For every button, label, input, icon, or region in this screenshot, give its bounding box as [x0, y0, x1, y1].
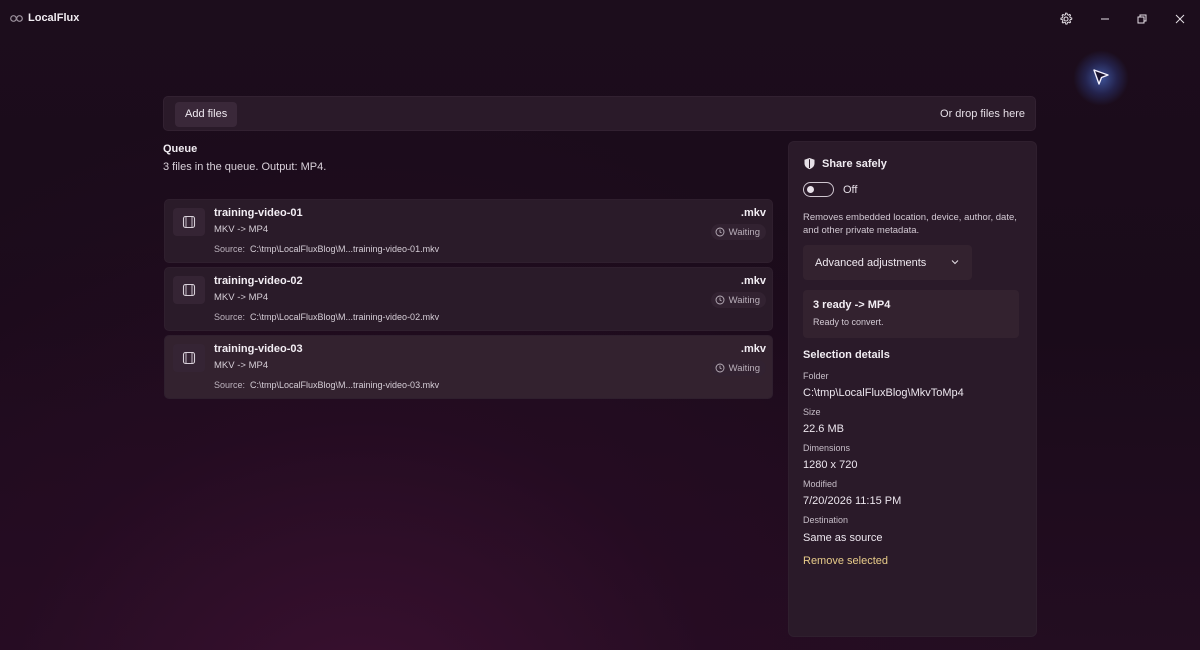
- file-extension: .mkv: [740, 275, 766, 287]
- file-conversion: MKV -> MP4: [214, 224, 269, 235]
- destination-label: Destination: [803, 515, 849, 525]
- share-description: Removes embedded location, device, autho…: [803, 212, 1017, 236]
- file-conversion: MKV -> MP4: [214, 360, 269, 371]
- minimize-icon: [1101, 18, 1109, 20]
- file-conversion: MKV -> MP4: [214, 292, 269, 303]
- queue-item[interactable]: training-video-01 MKV -> MP4 Source: C:\…: [164, 199, 773, 263]
- toggle-state-label: Off: [843, 184, 858, 196]
- cursor-pointer-icon: [1093, 69, 1109, 85]
- title-bar: LocalFlux: [0, 0, 1200, 38]
- advanced-adjustments-button[interactable]: Advanced adjustments: [803, 245, 972, 280]
- source-path: C:\tmp\LocalFluxBlog\M...training-video-…: [250, 244, 440, 254]
- advanced-adjustments-label: Advanced adjustments: [815, 257, 927, 269]
- status-text: Waiting: [728, 362, 760, 374]
- chevron-down-icon: [951, 260, 959, 265]
- source-label: Source:: [214, 380, 246, 390]
- share-safely-header: Share safely: [803, 157, 887, 170]
- details-panel: Share safely Off Removes embedded locati…: [788, 141, 1037, 637]
- folder-label: Folder: [803, 371, 829, 381]
- remove-selected-link[interactable]: Remove selected: [803, 555, 888, 567]
- ready-title: 3 ready -> MP4: [813, 299, 891, 311]
- clock-icon: [715, 227, 725, 237]
- file-name: training-video-02: [214, 275, 303, 287]
- toggle-knob: [807, 186, 814, 193]
- share-safely-toggle[interactable]: [803, 182, 834, 197]
- gear-icon: [1060, 12, 1073, 25]
- close-button[interactable]: [1169, 8, 1191, 30]
- add-files-button[interactable]: Add files: [175, 102, 238, 127]
- restore-icon: [1137, 14, 1147, 24]
- dimensions-value: 1280 x 720: [803, 459, 858, 471]
- status-badge: Waiting: [710, 292, 766, 308]
- file-name: training-video-01: [214, 207, 303, 219]
- modified-value: 7/20/2026 11:15 PM: [803, 495, 902, 507]
- minimize-button[interactable]: [1094, 8, 1116, 30]
- dimensions-label: Dimensions: [803, 443, 851, 453]
- status-text: Waiting: [728, 226, 760, 238]
- clock-icon: [715, 295, 725, 305]
- status-badge: Waiting: [710, 360, 766, 376]
- queue-summary: 3 files in the queue. Output: MP4.: [163, 161, 327, 173]
- folder-value: C:\tmp\LocalFluxBlog\MkvToMp4: [803, 387, 964, 399]
- file-name: training-video-03: [214, 343, 303, 355]
- queue-item-selected[interactable]: training-video-03 MKV -> MP4 Source: C:\…: [164, 335, 773, 399]
- size-label: Size: [803, 407, 821, 417]
- settings-button[interactable]: [1055, 8, 1077, 30]
- app-logo-icon: [10, 15, 23, 22]
- source-label: Source:: [214, 312, 246, 322]
- video-file-icon: [173, 276, 205, 304]
- file-extension: .mkv: [740, 343, 766, 355]
- destination-value: Same as source: [803, 532, 883, 544]
- queue-item[interactable]: training-video-02 MKV -> MP4 Source: C:\…: [164, 267, 773, 331]
- file-extension: .mkv: [740, 207, 766, 219]
- source-path: C:\tmp\LocalFluxBlog\M...training-video-…: [250, 380, 440, 390]
- ready-summary-card: 3 ready -> MP4 Ready to convert.: [803, 290, 1019, 338]
- drop-hint: Or drop files here: [940, 108, 1025, 120]
- share-safely-title: Share safely: [822, 157, 887, 170]
- selection-details-title: Selection details: [803, 349, 890, 361]
- clock-icon: [715, 363, 725, 373]
- size-value: 22.6 MB: [803, 423, 844, 435]
- video-file-icon: [173, 344, 205, 372]
- ready-subtitle: Ready to convert.: [813, 317, 884, 327]
- source-path: C:\tmp\LocalFluxBlog\M...training-video-…: [250, 312, 440, 322]
- status-badge: Waiting: [710, 224, 766, 240]
- source-label: Source:: [214, 244, 246, 254]
- restore-button[interactable]: [1131, 8, 1153, 30]
- status-text: Waiting: [728, 294, 760, 306]
- app-title: LocalFlux: [28, 12, 80, 24]
- shield-icon: [804, 158, 815, 170]
- video-file-icon: [173, 208, 205, 236]
- drop-zone[interactable]: Add files Or drop files here: [163, 96, 1036, 131]
- modified-label: Modified: [803, 479, 838, 489]
- queue-title: Queue: [163, 143, 198, 155]
- close-icon: [1175, 14, 1185, 24]
